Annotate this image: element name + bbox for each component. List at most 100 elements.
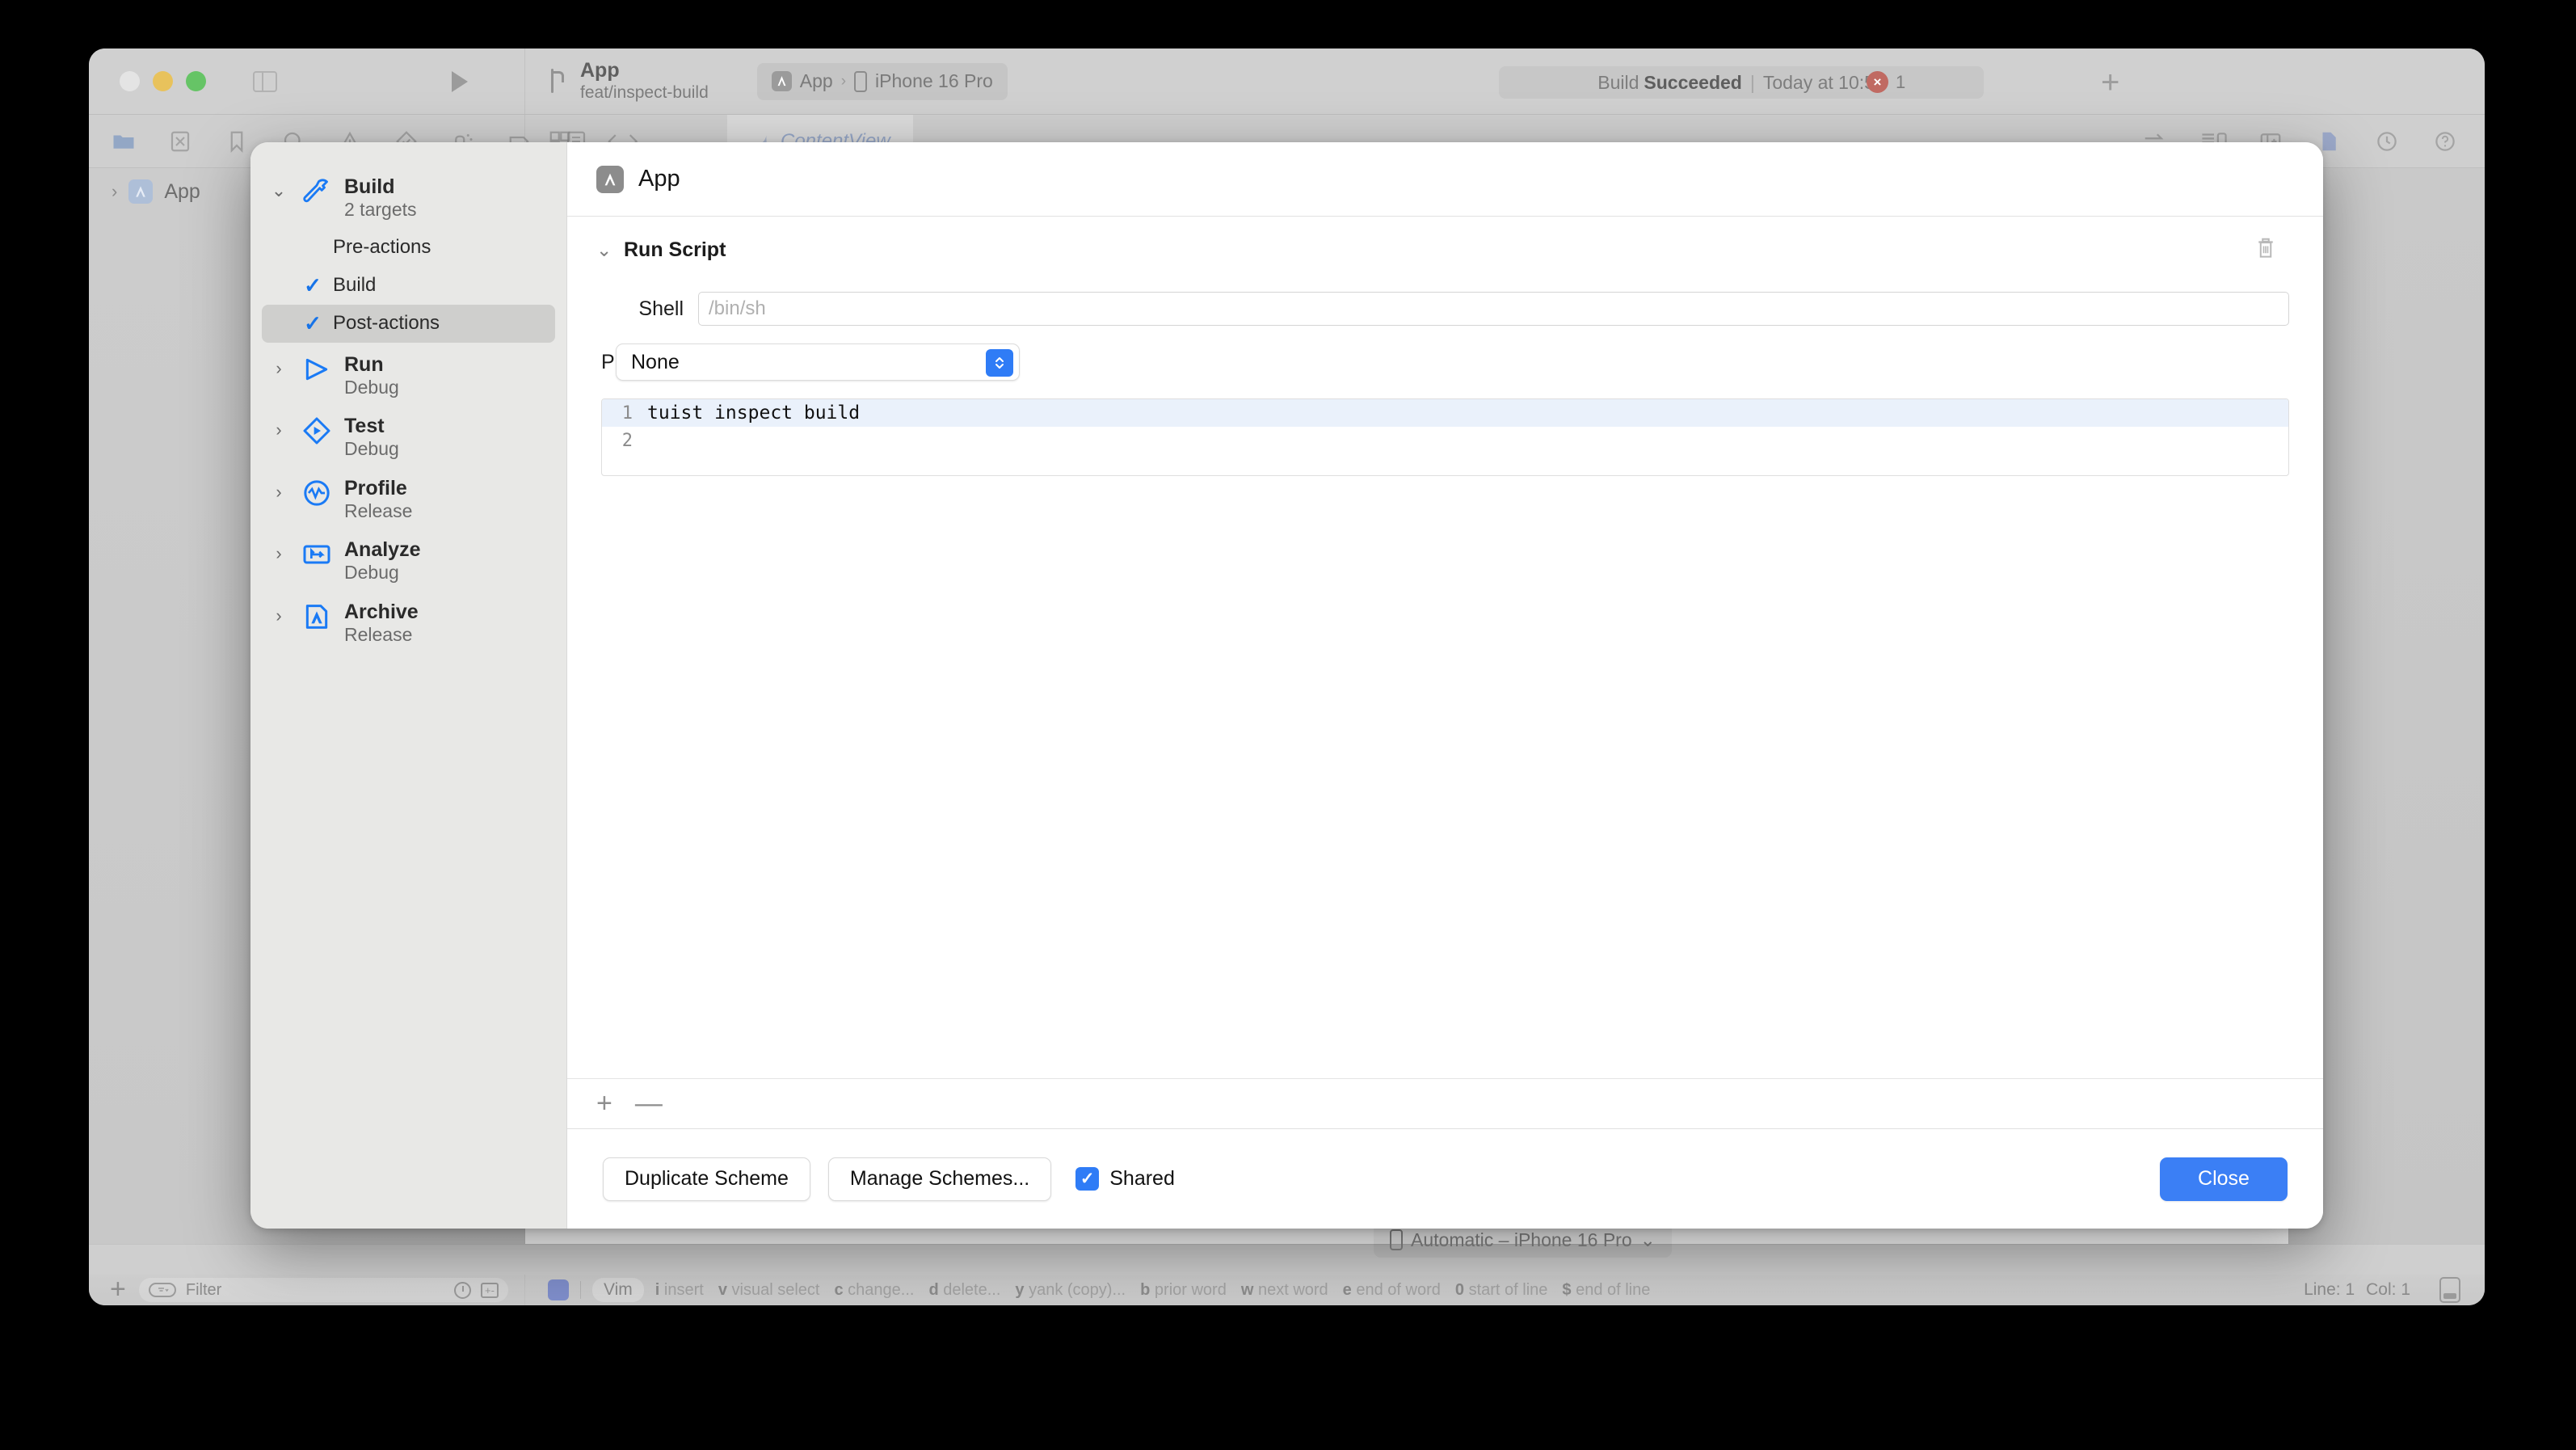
- chevron-right-icon[interactable]: ›: [112, 181, 117, 202]
- scheme-group-profile[interactable]: › Profile Release: [250, 468, 566, 530]
- build-status-indicator[interactable]: Build Succeeded | Today at 10:52: [1499, 66, 1984, 99]
- scheme-group-archive[interactable]: › Archive Release: [250, 592, 566, 654]
- debug-bar: Automatic – iPhone 16 Pro ⌄: [89, 1222, 2485, 1275]
- run-destination-label: Automatic – iPhone 16 Pro: [1411, 1229, 1632, 1250]
- scheme-item-label: Pre-actions: [333, 236, 431, 259]
- scheme-editor-footer: Duplicate Scheme Manage Schemes... ✓ Sha…: [567, 1128, 2323, 1229]
- recent-files-icon[interactable]: [454, 1281, 471, 1299]
- file-inspector-icon[interactable]: [2317, 129, 2341, 154]
- shell-row: Shell /bin/sh: [601, 292, 2289, 326]
- build-settings-select[interactable]: None: [616, 344, 1020, 381]
- checkmark-icon: ✓: [304, 310, 322, 335]
- destination-target: App: [799, 70, 833, 91]
- scheme-detail-pane: App ⌄ Run Script Shell /bin/sh None 1 tu…: [567, 142, 2323, 1229]
- close-window-button[interactable]: [120, 71, 140, 91]
- scheme-group-build: ⌄ Build 2 targets ✓ Pre-actions ✓ Build: [250, 166, 566, 343]
- shell-input[interactable]: /bin/sh: [698, 292, 2289, 326]
- vim-hint-item: d delete...: [928, 1281, 1000, 1300]
- scheme-group-texts: Run Debug: [344, 352, 399, 399]
- chevron-right-icon[interactable]: ›: [268, 537, 289, 564]
- destination-device: iPhone 16 Pro: [875, 70, 993, 91]
- scheme-item-build[interactable]: ✓ Build: [262, 267, 555, 305]
- scheme-group-texts: Test Debug: [344, 413, 399, 461]
- destination-selector[interactable]: App › iPhone 16 Pro: [756, 62, 1008, 100]
- error-count-indicator[interactable]: × 1: [1867, 71, 1905, 93]
- source-control-navigator-icon[interactable]: [168, 129, 192, 154]
- device-preview-icon[interactable]: [2439, 1277, 2460, 1303]
- vim-hint-text: end of line: [1576, 1280, 1651, 1299]
- scheme-item-label: Post-actions: [333, 312, 440, 335]
- vim-hint-item: 0 start of line: [1455, 1281, 1548, 1300]
- remove-action-button[interactable]: —: [635, 1090, 663, 1117]
- line-number: 1: [621, 403, 633, 424]
- scheme-group-header[interactable]: ⌄ Build 2 targets: [250, 166, 566, 229]
- page-title: App: [638, 166, 680, 192]
- checkmark-icon: ✓: [304, 272, 322, 297]
- shared-checkbox[interactable]: ✓: [1075, 1167, 1100, 1191]
- minimize-window-button[interactable]: [153, 71, 173, 91]
- vim-hint-item: $ end of line: [1562, 1281, 1650, 1300]
- filter-options-icon[interactable]: [148, 1283, 176, 1297]
- play-icon: [299, 352, 335, 387]
- history-inspector-icon[interactable]: [2375, 129, 2399, 154]
- vim-hint-item: b prior word: [1140, 1281, 1227, 1300]
- chevron-down-icon[interactable]: ⌄: [596, 239, 619, 261]
- scheme-detail-header: App: [567, 142, 2323, 217]
- status-divider: [580, 1281, 581, 1299]
- app-store-icon: [771, 71, 792, 91]
- trash-icon[interactable]: [2255, 236, 2276, 264]
- vim-hint-key: b: [1140, 1280, 1151, 1299]
- code-line[interactable]: 2: [602, 427, 2288, 454]
- chevron-right-icon[interactable]: ›: [268, 475, 289, 503]
- add-editor-button[interactable]: +: [2101, 66, 2119, 99]
- chevron-updown-icon[interactable]: [986, 349, 1013, 377]
- shared-label: Shared: [1109, 1167, 1175, 1190]
- gauge-icon: [299, 475, 335, 511]
- scheme-group-analyze[interactable]: › Analyze Debug: [250, 529, 566, 592]
- scheme-item-post-actions[interactable]: ✓ Post-actions: [262, 304, 555, 343]
- toggle-navigator-icon[interactable]: [253, 70, 277, 92]
- chevron-down-icon[interactable]: ⌄: [268, 174, 289, 201]
- chevron-right-icon[interactable]: ›: [268, 352, 289, 379]
- shared-checkbox-wrap[interactable]: ✓ Shared: [1075, 1167, 1175, 1191]
- traffic-light-group: [120, 71, 206, 91]
- status-bar: + Filter +- Vim i insert v visual select…: [89, 1275, 2485, 1305]
- scheme-selector[interactable]: App feat/inspect-build: [549, 59, 709, 103]
- code-line[interactable]: 1 tuist inspect build: [602, 399, 2288, 427]
- project-navigator-icon[interactable]: [112, 129, 136, 154]
- titlebar-left-region: [89, 48, 525, 114]
- help-inspector-icon[interactable]: [2433, 129, 2457, 154]
- status-result: Succeeded: [1644, 71, 1742, 93]
- vim-hint-key: y: [1015, 1280, 1025, 1299]
- scheme-group-subtitle: Release: [344, 499, 413, 521]
- scheme-group-texts: Analyze Debug: [344, 537, 420, 584]
- scheme-item-pre-actions[interactable]: ✓ Pre-actions: [262, 229, 555, 267]
- manage-schemes-button[interactable]: Manage Schemes...: [827, 1157, 1052, 1201]
- zoom-window-button[interactable]: [186, 71, 206, 91]
- run-button-icon[interactable]: [452, 70, 468, 92]
- vim-hint-key: 0: [1454, 1280, 1464, 1299]
- vim-hint-key: i: [655, 1280, 660, 1299]
- chevron-right-icon[interactable]: ›: [268, 413, 289, 440]
- run-script-section-header: ⌄ Run Script: [567, 217, 2323, 264]
- chevron-right-icon[interactable]: ›: [268, 599, 289, 626]
- vim-hint-text: yank (copy)...: [1029, 1280, 1126, 1299]
- add-file-button[interactable]: +: [110, 1275, 126, 1303]
- vim-hint-key: w: [1240, 1280, 1254, 1299]
- bookmark-navigator-icon[interactable]: [225, 129, 249, 154]
- close-button[interactable]: Close: [2160, 1157, 2288, 1201]
- run-script-form: Shell /bin/sh Provide build settings fro…: [567, 264, 2323, 381]
- diamond-play-icon: [299, 413, 335, 449]
- script-code-editor[interactable]: 1 tuist inspect build 2: [601, 398, 2289, 476]
- scheme-editor-sheet: ⌄ Build 2 targets ✓ Pre-actions ✓ Build: [250, 142, 2323, 1229]
- add-action-button[interactable]: +: [596, 1090, 612, 1117]
- iphone-icon: [1390, 1229, 1403, 1250]
- scheme-group-run[interactable]: › Run Debug: [250, 344, 566, 407]
- source-control-filter-icon[interactable]: +-: [481, 1282, 499, 1298]
- vim-hint-item: i insert: [655, 1281, 704, 1300]
- scheme-group-test[interactable]: › Test Debug: [250, 406, 566, 468]
- navigator-item-label: App: [164, 179, 200, 203]
- duplicate-scheme-button[interactable]: Duplicate Scheme: [603, 1157, 810, 1201]
- filter-input[interactable]: Filter +-: [138, 1278, 508, 1302]
- desktop-backdrop: App feat/inspect-build App › iPhone 16 P…: [0, 0, 2576, 1450]
